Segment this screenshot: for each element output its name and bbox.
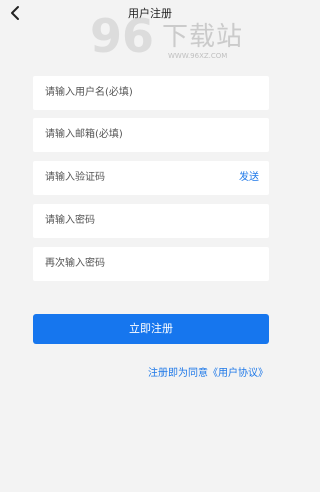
email-field[interactable]: 请输入邮箱(必填) — [33, 118, 269, 152]
page-title: 用户注册 — [128, 7, 172, 20]
username-placeholder: 请输入用户名(必填) — [45, 87, 133, 98]
register-button[interactable]: 立即注册 — [33, 314, 269, 344]
user-agreement-link[interactable]: 注册即为同意《用户协议》 — [148, 364, 268, 379]
password-field[interactable]: 请输入密码 — [33, 204, 269, 238]
watermark-url: WWW.96XZ.COM — [168, 52, 228, 60]
email-placeholder: 请输入邮箱(必填) — [45, 129, 123, 140]
verification-code-field[interactable]: 请输入验证码 发送 — [33, 161, 269, 195]
password-placeholder: 请输入密码 — [45, 215, 95, 226]
confirm-password-placeholder: 再次输入密码 — [45, 258, 105, 269]
verification-code-placeholder: 请输入验证码 — [45, 172, 105, 183]
send-code-button[interactable]: 发送 — [239, 161, 259, 195]
confirm-password-field[interactable]: 再次输入密码 — [33, 247, 269, 281]
username-field[interactable]: 请输入用户名(必填) — [33, 76, 269, 110]
top-bar: 用户注册 — [0, 0, 300, 34]
